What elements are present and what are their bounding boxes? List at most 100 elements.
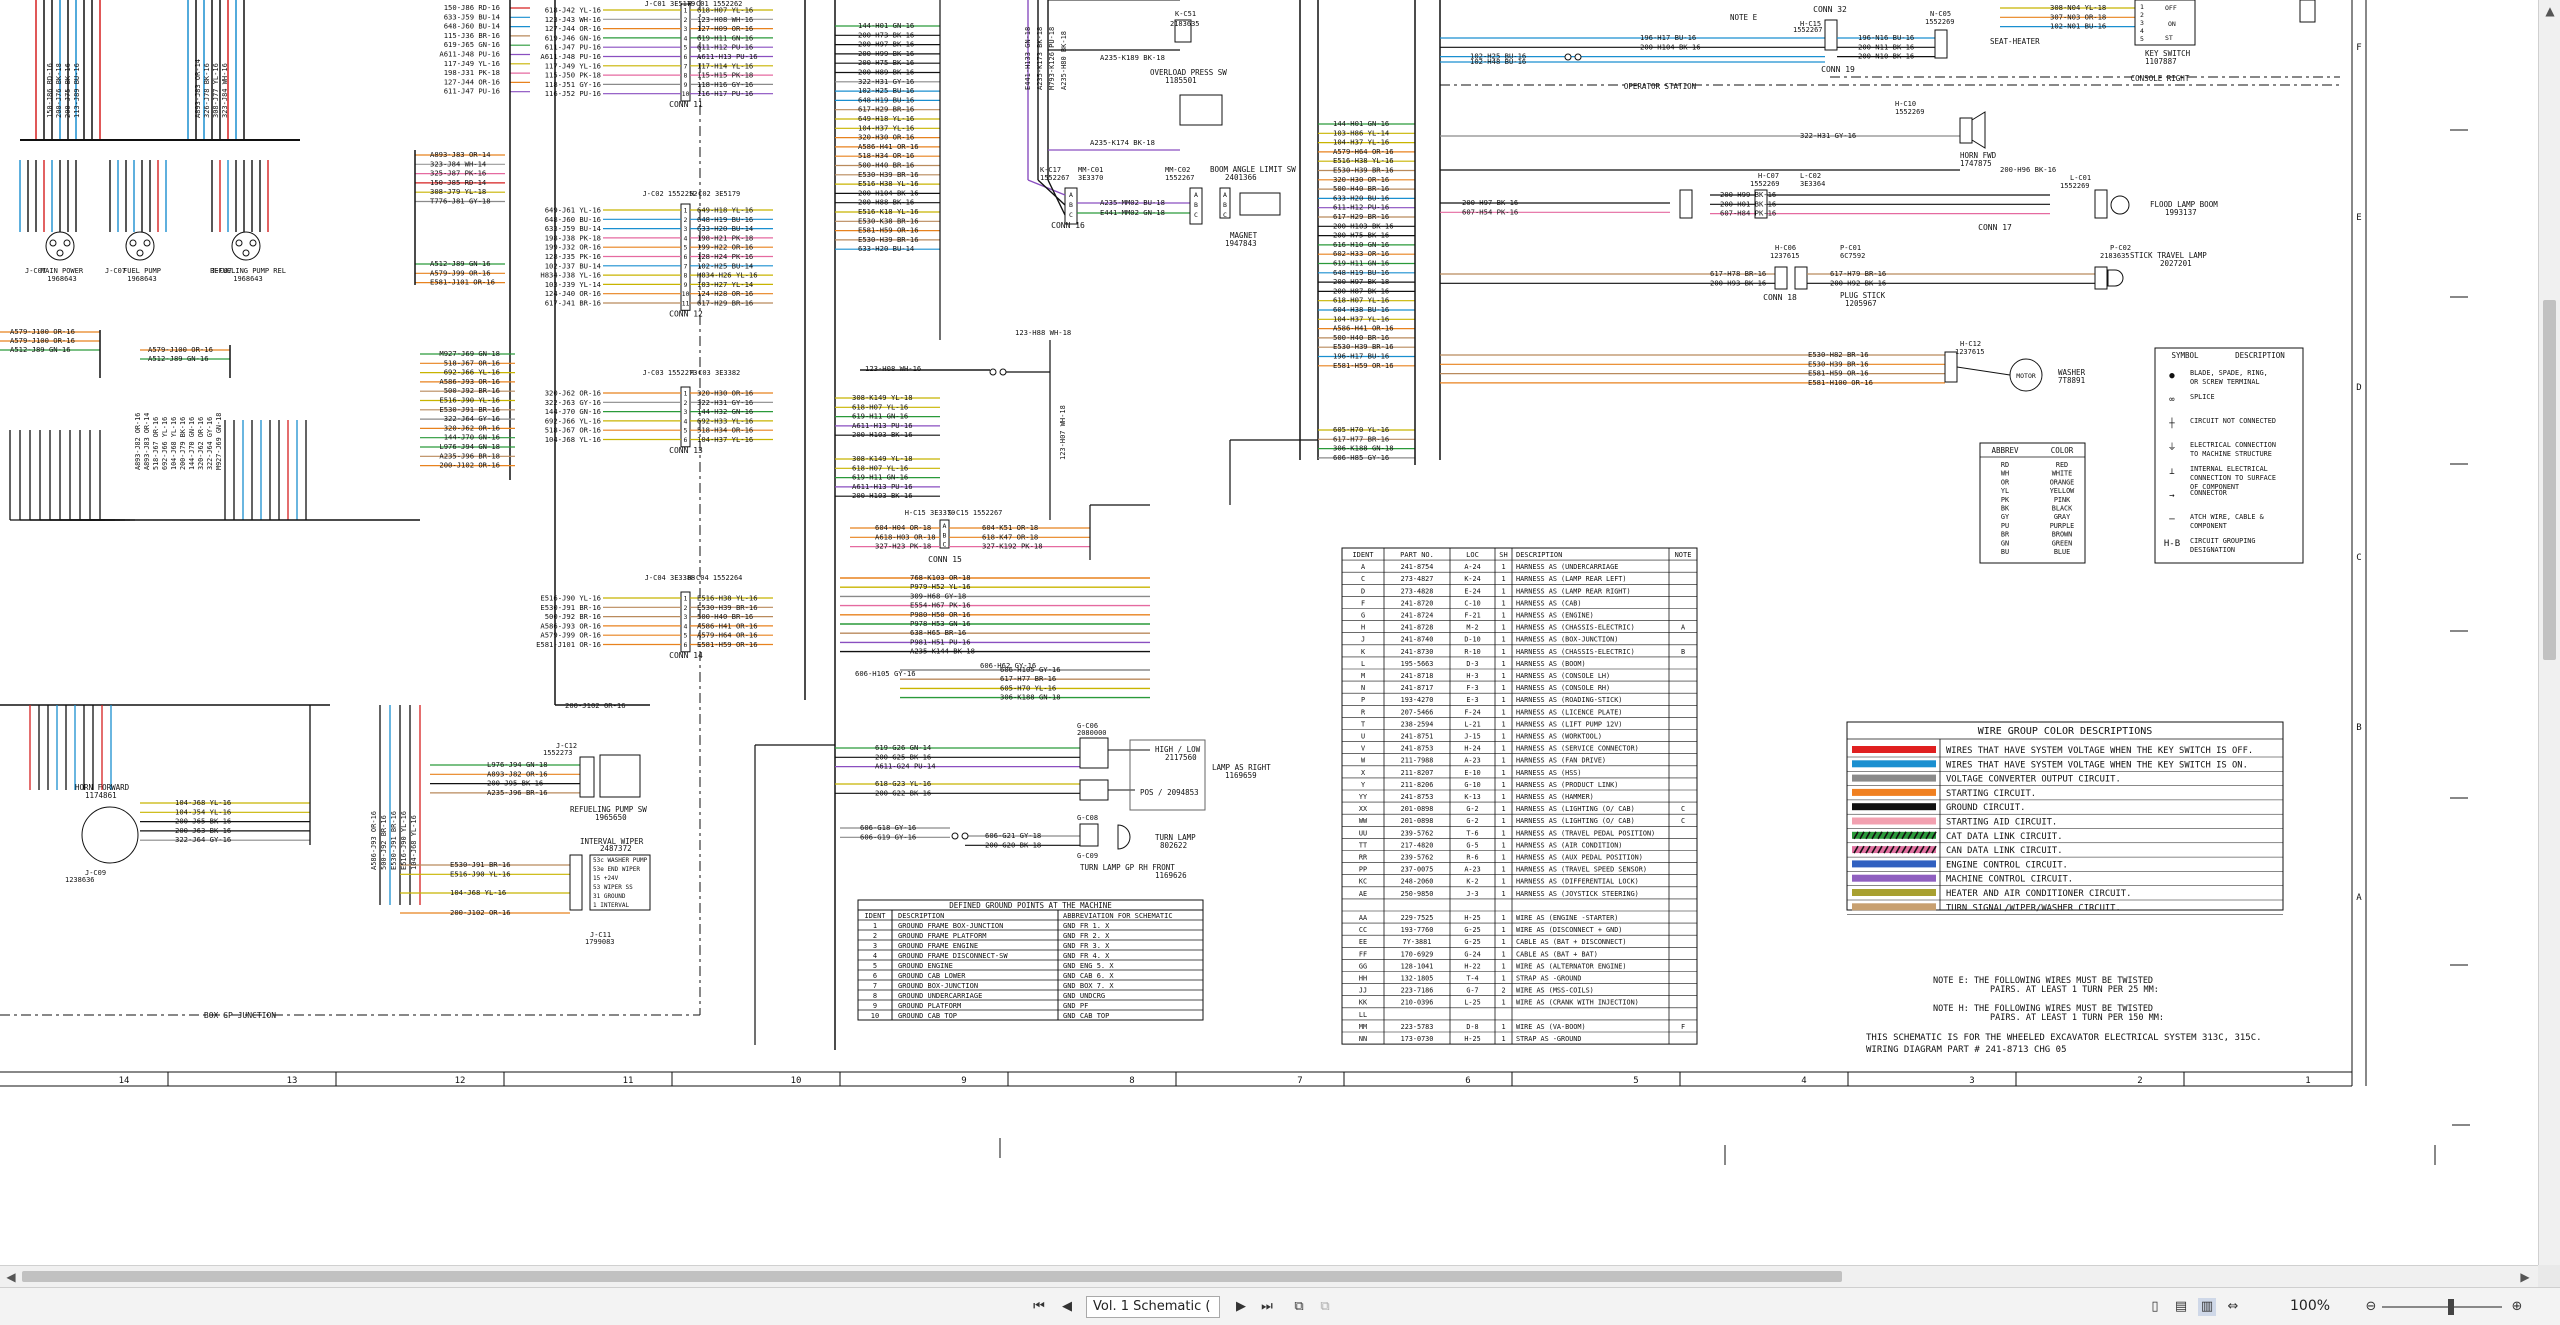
table-cell: 1 [1501,975,1505,983]
table-cell: HARNESS AS (DIFFERENTIAL LOCK) [1516,878,1639,886]
ground-table-title: DEFINED GROUND POINTS AT THE MACHINE [949,901,1112,910]
next-page-icon[interactable]: ▶ [1232,1298,1250,1316]
table-cell: GROUND ENGINE [898,962,953,970]
refuel-switch [599,754,641,798]
connector-wire-label: 604-H38 BU-16 [1333,305,1389,314]
component-label: 1185501 [1165,76,1197,85]
vertical-scroll-thumb[interactable] [2543,300,2556,660]
table-cell: Y [1361,781,1365,789]
pin-number: 4 [684,417,688,425]
connector-wire-label: 518-J67 OR-16 [444,358,500,367]
connector-wire-label: 322-H31 GY-16 [1800,131,1856,140]
pin-number: C [1223,211,1227,219]
horizontal-scrollbar[interactable]: ◀ ▶ [0,1265,2538,1287]
continuous-page-icon[interactable]: ▤ [2172,1298,2190,1316]
pin-number: 8 [684,272,688,280]
zoom-in-icon[interactable]: ⊕ [2508,1298,2526,1316]
connector-wire-label: 200-H93 BK-16 [1710,278,1766,287]
last-page-icon[interactable]: ⏭ [1258,1298,1276,1316]
first-page-icon[interactable]: ⏮ [1030,1298,1048,1316]
connector-wire-label: A579-J100 OR-16 [10,336,75,345]
symbol-icon: ∞ [2169,395,2175,405]
connector-wire-label: 199-H22 OR-16 [697,243,753,252]
table-cell: 241-8730 [1401,648,1434,656]
paste-view-icon[interactable]: ⧉ [1316,1298,1334,1316]
copy-view-icon[interactable]: ⧉ [1290,1298,1308,1316]
connector-wire-label: A893-J83 OR-14 [430,150,491,159]
view-select[interactable]: Vol. 1 Schematic ( [1086,1296,1220,1318]
table-cell: K-13 [1464,793,1480,801]
vertical-scrollbar[interactable]: ▲ [2538,0,2560,1265]
zoom-slider[interactable] [2382,1306,2502,1308]
table-cell: 1 [873,922,877,930]
table-cell: PINK [2054,496,2071,504]
zoom-slider-thumb[interactable] [2448,1299,2454,1315]
wiper-connector [569,854,583,911]
pin-number: B [943,531,947,539]
rotated-wire-label: A893-J83 OR-14 [194,59,202,118]
connector-wire-label: A586-H41 OR-16 [1333,324,1394,333]
table-cell: GREEN [2052,539,2072,547]
table-cell: HARNESS AS (HAMMER) [1516,793,1594,801]
schematic-canvas[interactable]: 14 13 12 11 10 9 8 7 6 5 4 3 2 1 F E D C B A 150-J86 RD-16 20… [0,0,2538,1265]
single-page-icon[interactable]: ▯ [2146,1298,2164,1316]
table-cell: WIRE AS (VA-BOOM) [1516,1023,1586,1031]
wire-color-label: CAN DATA LINK CIRCUIT. [1946,846,2063,856]
scroll-right-icon[interactable]: ▶ [2516,1268,2534,1286]
table-header: PART NO. [1400,551,1434,559]
connector-wire-label: 322-H31 GY-16 [697,398,753,407]
table-cell: GROUND FRAME PLATFORM [898,932,987,940]
table-cell: 1 [1501,612,1505,620]
pin-number: 7 [684,62,688,70]
scroll-left-icon[interactable]: ◀ [2,1268,20,1286]
zoom-out-icon[interactable]: ⊖ [2362,1298,2380,1316]
connector-wire-label: A579-J99 OR-16 [540,631,601,640]
connector-ident: H-C06 [1775,244,1796,252]
connector-ident: MM-C01 [1078,166,1103,174]
connector-name: CONN 11 [669,100,703,109]
table-cell: 217-4820 [1401,841,1434,849]
table-header: DESCRIPTION [2235,351,2285,360]
table-cell: BLUE [2054,548,2070,556]
connector-wire-label: 200-J102 OR-16 [450,908,511,917]
status-bar: ⏮ ◀ Vol. 1 Schematic ( ▶ ⏭ ⧉ ⧉ ▯ ▤ ▥ ⇔ 1… [0,1287,2560,1325]
table-cell: GND FR 2. X [1063,932,1110,940]
refuel-connector [579,756,595,798]
table-cell: EE [1359,938,1367,946]
table-cell: 241-8720 [1401,599,1434,607]
horizontal-scroll-thumb[interactable] [22,1271,1842,1282]
table-header: IDENT [864,912,886,920]
rotated-wire-label: A893-J82 OR-16 [134,413,142,470]
table-cell: R-6 [1466,854,1478,862]
connector-pins [1774,266,1788,290]
pin-number: 6 [684,53,688,61]
connector-wire-label: A579-J100 OR-16 [148,345,213,354]
table-cell: 229-7525 [1401,914,1434,922]
connector-wire-label: 200-H01 BK-16 [1720,199,1776,208]
table-cell: GND ENG 5. X [1063,962,1114,970]
connector-ident: 1552267 [1793,26,1823,34]
connector-wire-label: 617-H29 BR-16 [1333,212,1389,221]
table-cell: 1 [1501,841,1505,849]
table-cell: JJ [1359,987,1367,995]
connector-wire-label: 322-J63 GY-16 [545,398,601,407]
connector-wire-label: 200-H87 BK-16 [1333,286,1389,295]
connector-ident: H-C12 [1960,340,1981,348]
connector-wire-label: 199-J32 OR-16 [545,243,601,252]
two-page-icon[interactable]: ▥ [2198,1298,2216,1316]
wire-color-label: TURN SIGNAL/WIPER/WASHER CIRCUIT. [1946,903,2121,913]
scroll-up-icon[interactable]: ▲ [2541,2,2559,20]
key-pos: ON [2168,20,2176,28]
table-cell: HARNESS AS (BOOM) [1516,660,1586,668]
connector-wire-label: 611-H12 PU-16 [697,43,753,52]
connector-wire-label: E530-H39 BR-16 [1808,359,1869,368]
fit-width-icon[interactable]: ⇔ [2224,1298,2242,1316]
pin-number: 2 [2140,11,2144,19]
connector-wire-label: E516-J90 YL-16 [540,594,601,603]
connector-wire-label: 144-H32 GN-16 [697,407,753,416]
table-cell: F-21 [1464,612,1480,620]
table-cell: GROUND FRAME ENGINE [898,942,978,950]
relay-pn: 1968643 [47,275,77,283]
table-cell: BROWN [2052,531,2072,539]
prev-page-icon[interactable]: ◀ [1058,1298,1076,1316]
